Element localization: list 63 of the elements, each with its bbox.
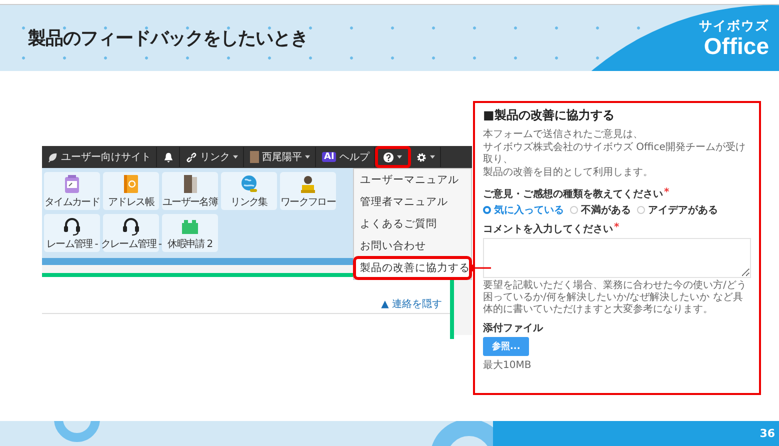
timecard-icon: [62, 174, 82, 194]
nav-item[interactable]: [376, 147, 410, 167]
bell-icon: [163, 152, 174, 162]
field-hint: 要望を記載いただく場合、業務に合わせた今の使い方/どう困っているか/何を解決したいか/なぜ解決したいか など具体的に書いていただけますと大変参考になります。: [483, 280, 748, 316]
required-mark: *: [614, 222, 620, 235]
file-size-note: 最大10MB: [483, 358, 532, 372]
required-mark: *: [664, 187, 670, 200]
caret-icon: [397, 155, 402, 159]
headset-icon: [121, 216, 141, 236]
app-label: クレーム管理 -: [100, 238, 162, 250]
form-description: 本フォームで送信されたご意見は、 サイボウズ株式会社のサイボウズ Office開発チームが受け取り、 製品の改善を目的として利用します。: [483, 129, 746, 179]
caret-icon: [233, 155, 238, 159]
app-label: ユーザー名簿: [162, 196, 218, 208]
ai-badge: AI: [322, 152, 336, 162]
stamp-icon: [298, 174, 318, 194]
nav-item[interactable]: ユーザー向けサイト: [42, 147, 157, 167]
slide-title: 製品のフィードバックをしたいとき: [28, 27, 308, 50]
app-label: ワークフロー: [280, 196, 336, 208]
app-label: タイムカード: [44, 196, 100, 208]
avatar-photo-placeholder: [250, 151, 259, 163]
radio-button[interactable]: [483, 206, 491, 214]
radio-button[interactable]: [637, 206, 645, 214]
app-label: アドレス帳: [108, 196, 154, 208]
menu-item[interactable]: お問い合わせ: [354, 235, 471, 257]
menu-item[interactable]: ユーザーマニュアル: [354, 169, 471, 191]
page-number: 36: [760, 427, 775, 440]
app-tile[interactable]: ワークフロー: [280, 172, 336, 210]
app-tile[interactable]: ユーザー名簿: [162, 172, 218, 210]
menu-item[interactable]: よくあるご質問: [354, 213, 471, 235]
nav-item[interactable]: 西尾陽平: [245, 147, 316, 167]
nav-item[interactable]: リンク: [181, 147, 244, 167]
form-title: ■製品の改善に協力する: [483, 107, 616, 124]
app-label: リンク集: [230, 196, 268, 208]
comment-field[interactable]: [483, 238, 751, 278]
question-label: コメントを入力してください: [483, 222, 613, 236]
caret-icon: [430, 155, 436, 159]
leaf-icon: [47, 152, 58, 162]
question-label: 添付ファイル: [483, 322, 543, 335]
app-tile[interactable]: リンク集: [221, 172, 277, 210]
app-tile[interactable]: タイムカード: [44, 172, 100, 210]
link-icon: [186, 152, 197, 162]
help-icon: [383, 152, 394, 162]
menu-item[interactable]: 管理者マニュアル: [354, 191, 471, 213]
app-tile[interactable]: クレーム管理 -: [103, 214, 159, 252]
app-tile[interactable]: アドレス帳: [103, 172, 159, 210]
option-label: アイデアがある: [648, 204, 718, 217]
nav-item[interactable]: AI ヘルプ: [317, 147, 376, 167]
globe-icon: [239, 174, 259, 194]
address-book-icon: [121, 174, 141, 194]
app-tile[interactable]: レーム管理 -: [44, 214, 100, 252]
logo-text: サイボウズ: [699, 18, 769, 35]
app-label: 休暇申請 2: [168, 238, 212, 250]
app-tile[interactable]: 休暇申請 2: [162, 214, 218, 252]
logo-wordmark: Office: [704, 35, 769, 58]
option-label: 気に入っている: [494, 204, 564, 217]
question-label: ご意見・ご感想の種類を教えてください: [483, 188, 663, 201]
settings-icon: [416, 152, 428, 162]
headset-icon: [62, 216, 82, 236]
caret-icon: [305, 155, 310, 159]
app-label: レーム管理 -: [46, 238, 98, 250]
hide-notice-link[interactable]: ▲ 連絡を隠す: [381, 297, 442, 313]
radio-button[interactable]: [570, 206, 578, 214]
option-label: 不満がある: [581, 204, 631, 217]
